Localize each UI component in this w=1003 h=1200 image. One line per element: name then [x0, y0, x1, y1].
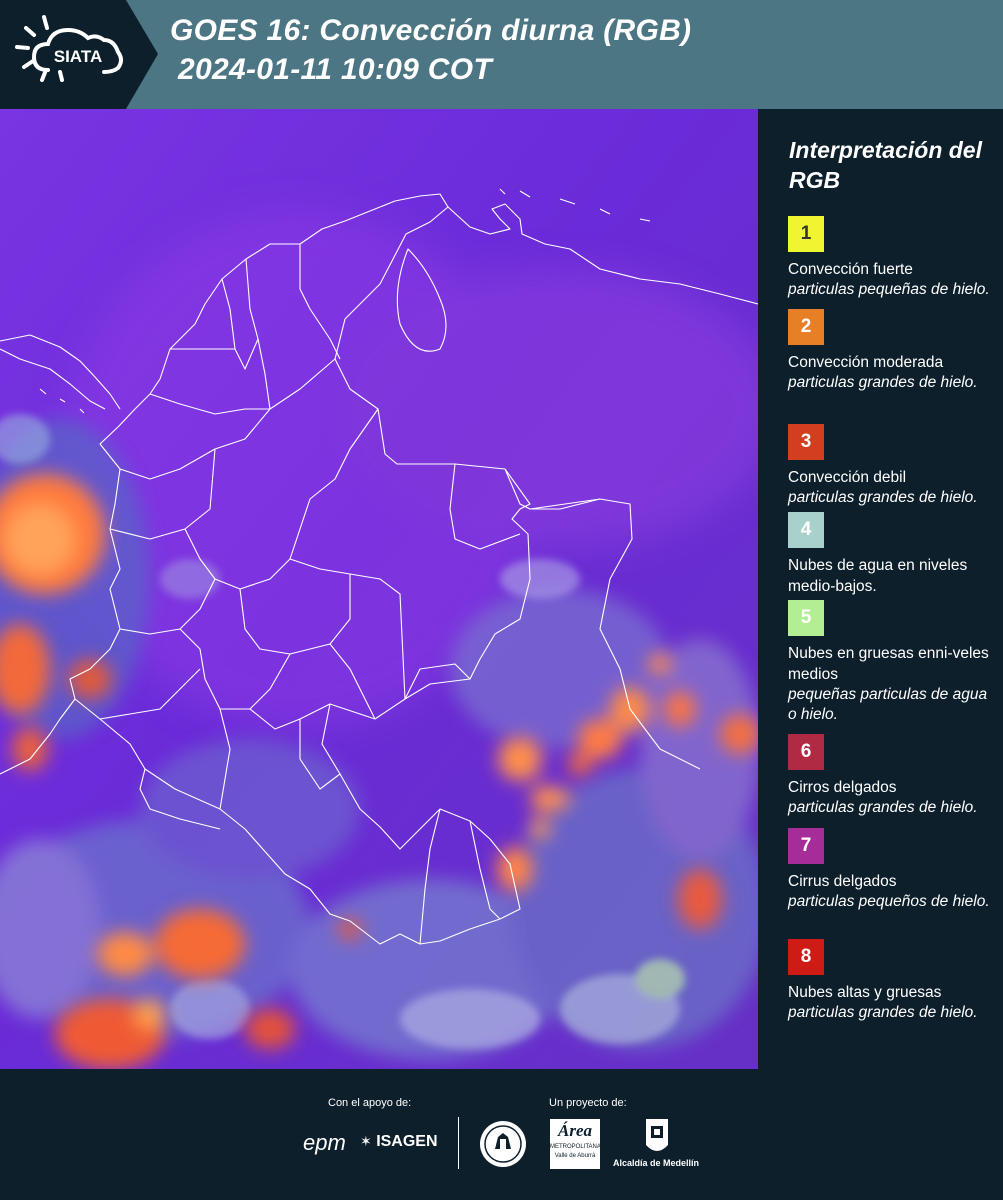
legend-item: 7 Cirrus delgados particulas pequeños de h…: [788, 828, 998, 912]
legend-item: 2 Convección moderada particulas grandes d…: [788, 309, 998, 393]
alcaldia-shield-icon: [644, 1117, 670, 1157]
legend-item-label: Cirros delgados: [788, 779, 897, 796]
legend-item-label: Nubes de agua en niveles medio-bajos.: [788, 557, 968, 595]
legend-item-description: pequeñas particulas de agua o hielo.: [788, 686, 988, 723]
support-caption: Con el apoyo de:: [328, 1097, 412, 1109]
legend-title: Interpretación del RGB: [789, 137, 982, 193]
legend-item-label: Convección debil: [788, 469, 907, 486]
legend-item-label: Nubes en gruesas enni-veles medios: [788, 645, 989, 683]
legend-item-description: particulas pequeñas de hielo.: [788, 281, 990, 298]
siata-logo: SIATA: [0, 0, 158, 109]
area-metropolitana-logo: Área METROPOLITANA Valle de Aburrá: [550, 1119, 601, 1169]
legend-item-description: particulas grandes de hielo.: [788, 374, 978, 391]
legend-item: 8 Nubes altas y gruesas particulas grandes…: [788, 939, 998, 1023]
legend-item: 3 Convección debil particulas grandes de h…: [788, 424, 998, 508]
page-timestamp: 2024-01-11 10:09 COT: [178, 53, 492, 86]
project-caption: Un proyecto de:: [549, 1097, 627, 1109]
legend-swatch: 4: [788, 512, 824, 548]
satellite-map: [0, 109, 758, 1069]
isagen-logo-text: ISAGEN: [376, 1133, 438, 1150]
isagen-star-icon: ✶: [360, 1133, 372, 1149]
legend-swatch: 5: [788, 600, 824, 636]
page-title: GOES 16: Convección diurna (RGB): [170, 14, 692, 47]
legend-item-label: Nubes altas y gruesas: [788, 984, 942, 1001]
epm-logo: epm: [303, 1130, 346, 1156]
footer: Con el apoyo de: Un proyecto de: epm ✶ I…: [0, 1069, 1003, 1200]
legend-swatch: 3: [788, 424, 824, 460]
medellin-seal-icon: [478, 1119, 528, 1169]
legend-swatch: 7: [788, 828, 824, 864]
legend-item-label: Cirrus delgados: [788, 873, 897, 890]
legend-item-label: Convección moderada: [788, 354, 944, 371]
legend-item-label: Convección fuerte: [788, 261, 913, 278]
legend-swatch: 2: [788, 309, 824, 345]
siata-logo-text: SIATA: [54, 47, 102, 66]
legend-item-description: particulas pequeños de hielo.: [788, 893, 990, 910]
legend-swatch: 6: [788, 734, 824, 770]
legend-swatch: 1: [788, 216, 824, 252]
legend-item: 6 Cirros delgados particulas grandes de hi…: [788, 734, 998, 818]
alcaldia-label: Alcaldía de Medellín: [613, 1158, 700, 1168]
header-bar: SIATA GOES 16: Convección diurna (RGB) 2…: [0, 0, 1003, 109]
legend-item-description: particulas grandes de hielo.: [788, 1004, 978, 1021]
legend-item: 1 Convección fuerte particulas pequeñas de…: [788, 216, 998, 300]
footer-divider: [458, 1117, 459, 1169]
legend-item: 5 Nubes en gruesas enni-veles medios peque…: [788, 600, 998, 725]
epm-logo-text: epm: [303, 1130, 346, 1155]
legend-panel: Interpretación del RGB 1 Convección fuert…: [758, 109, 1003, 1069]
legend-item-description: particulas grandes de hielo.: [788, 489, 978, 506]
legend-swatch: 8: [788, 939, 824, 975]
legend-item-description: particulas grandes de hielo.: [788, 799, 978, 816]
legend-item: 4 Nubes de agua en niveles medio-bajos.: [788, 512, 998, 597]
isagen-logo: ✶ ISAGEN: [360, 1133, 438, 1151]
